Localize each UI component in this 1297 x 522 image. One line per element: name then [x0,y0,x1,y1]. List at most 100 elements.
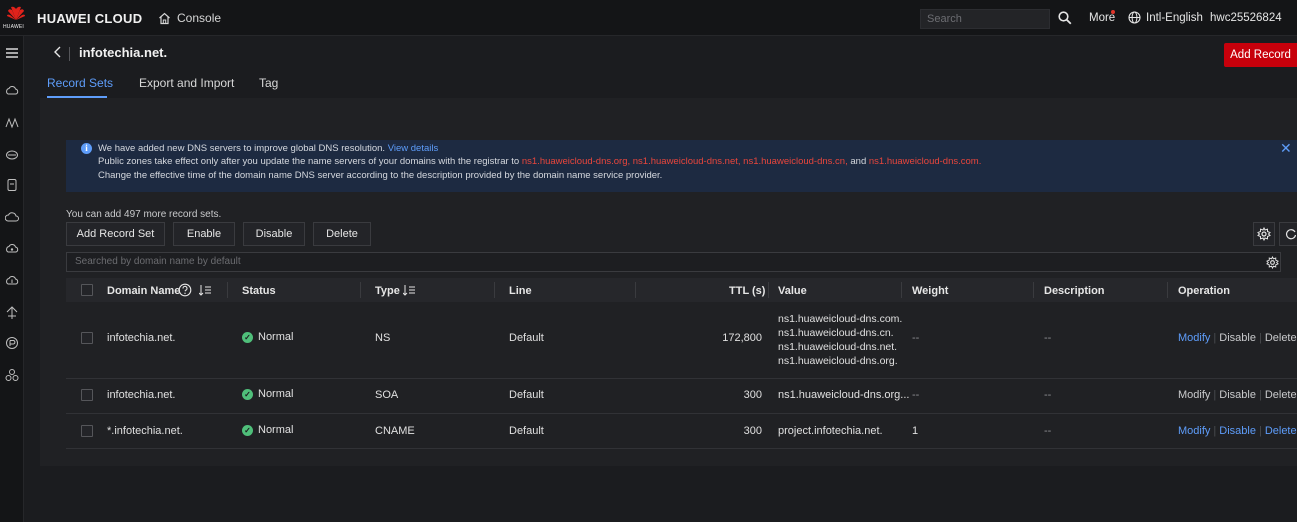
globe-icon [1128,11,1141,24]
row-value: ns1.huaweicloud-dns.com. ns1.huaweicloud… [778,313,903,367]
row-ttl: 300 [743,389,762,401]
enable-button[interactable]: Enable [173,222,235,246]
type-sort-icon[interactable] [403,284,416,296]
record-search-input[interactable]: Searched by domain name by default [66,252,1281,272]
modify-link[interactable]: Modify [1178,332,1210,344]
user-account[interactable]: hwc25526824 [1210,12,1282,24]
help-icon[interactable] [178,283,192,297]
page-title: infotechia.net. [79,45,168,60]
language-selector[interactable]: Intl-English [1128,11,1203,24]
column-separator [901,282,902,298]
status-badge: ✓ Normal [242,388,293,400]
column-operation: Operation [1178,285,1230,297]
brand-name[interactable]: HUAWEI CLOUD [37,11,142,26]
sort-icon[interactable] [199,284,212,296]
row-domain-name: infotechia.net. [107,332,176,344]
console-link[interactable]: Console [158,11,221,25]
database-icon[interactable] [5,178,19,192]
column-ttl: TTL (s) [729,285,766,297]
home-icon [159,12,170,24]
chevron-left-icon [54,46,61,58]
tab-export-import[interactable]: Export and Import [139,76,234,90]
service-sidebar [0,36,24,522]
row-weight: -- [912,389,920,401]
menu-icon[interactable] [5,46,19,60]
row-line: Default [509,425,544,437]
tab-tag[interactable]: Tag [259,76,278,90]
back-button[interactable] [53,45,63,62]
search-settings-icon[interactable] [1266,256,1279,269]
logo-wordmark: HUAWEI [3,24,25,30]
row-description: -- [1044,332,1052,344]
cloud-server-icon[interactable] [5,84,19,98]
quota-text: You can add 497 more record sets. [66,209,222,220]
modify-link[interactable]: Modify [1178,425,1210,437]
deploy-icon[interactable] [5,306,19,320]
title-divider [69,47,70,61]
delete-link[interactable]: Delete [1265,389,1297,401]
column-separator [227,282,228,298]
cloud-icon[interactable] [5,210,19,224]
delete-link[interactable]: Delete [1265,425,1297,437]
view-details-link[interactable]: View details [388,143,439,154]
column-separator [1167,282,1168,298]
row-weight: 1 [912,425,919,437]
organization-icon[interactable] [5,368,19,382]
row-line: Default [509,332,544,344]
column-separator [635,282,636,298]
row-divider [66,448,1297,449]
delete-button[interactable]: Delete [313,222,371,246]
cdn-icon[interactable] [5,242,19,256]
row-checkbox[interactable] [81,389,93,401]
disable-link[interactable]: Disable [1219,389,1256,401]
column-separator [360,282,361,298]
row-checkbox[interactable] [81,425,93,437]
row-ttl: 300 [743,425,762,437]
disable-button[interactable]: Disable [243,222,305,246]
check-circle-icon: ✓ [242,388,253,400]
search-icon[interactable] [1058,11,1072,25]
add-record-set-button[interactable]: Add Record Set [66,222,165,246]
settings-button[interactable] [1253,222,1275,246]
modify-link[interactable]: Modify [1178,389,1210,401]
notice-line-1: We have added new DNS servers to improve… [98,143,439,154]
language-label: Intl-English [1146,11,1203,24]
name-server-cn: ns1.huaweicloud-dns.cn, [743,156,848,167]
status-badge: ✓ Normal [242,424,293,436]
column-status: Status [242,285,276,297]
refresh-button[interactable] [1279,222,1297,246]
add-record-button[interactable]: Add Record [1224,43,1297,67]
row-operations: Modify | Disable | Delete [1178,389,1297,401]
select-all-checkbox[interactable] [81,284,93,296]
delete-link[interactable]: Delete [1265,332,1297,344]
global-search-input[interactable]: Search [920,9,1050,29]
row-domain-name: infotechia.net. [107,389,176,401]
upload-cloud-icon[interactable] [5,274,19,288]
name-server-net: ns1.huaweicloud-dns.net, [632,156,741,167]
column-type[interactable]: Type [375,285,400,297]
row-weight: -- [912,332,920,344]
close-icon[interactable]: ✕ [1280,140,1292,157]
column-domain-name[interactable]: Domain Name [107,285,180,297]
tab-record-sets[interactable]: Record Sets [47,76,113,90]
disable-link[interactable]: Disable [1219,425,1256,437]
column-separator [1033,282,1034,298]
gear-icon [1257,227,1271,241]
row-checkbox[interactable] [81,332,93,344]
disable-link[interactable]: Disable [1219,332,1256,344]
row-value: project.infotechia.net. [778,425,883,437]
row-domain-name: *.infotechia.net. [107,425,183,437]
row-ttl: 172,800 [722,332,762,344]
huawei-logo[interactable]: HUAWEI [3,3,29,33]
row-value: ns1.huaweicloud-dns.org... [778,389,910,401]
check-circle-icon: ✓ [242,424,253,436]
top-navigation-bar: HUAWEI HUAWEI CLOUD Console Search More … [0,0,1297,36]
storage-icon[interactable] [5,148,19,162]
name-server-com: ns1.huaweicloud-dns.com. [868,156,982,167]
refresh-icon [1285,229,1297,240]
row-line: Default [509,389,544,401]
network-icon[interactable] [5,116,19,130]
check-circle-icon: ✓ [242,331,253,343]
column-separator [494,282,495,298]
marketplace-icon[interactable] [5,336,19,350]
